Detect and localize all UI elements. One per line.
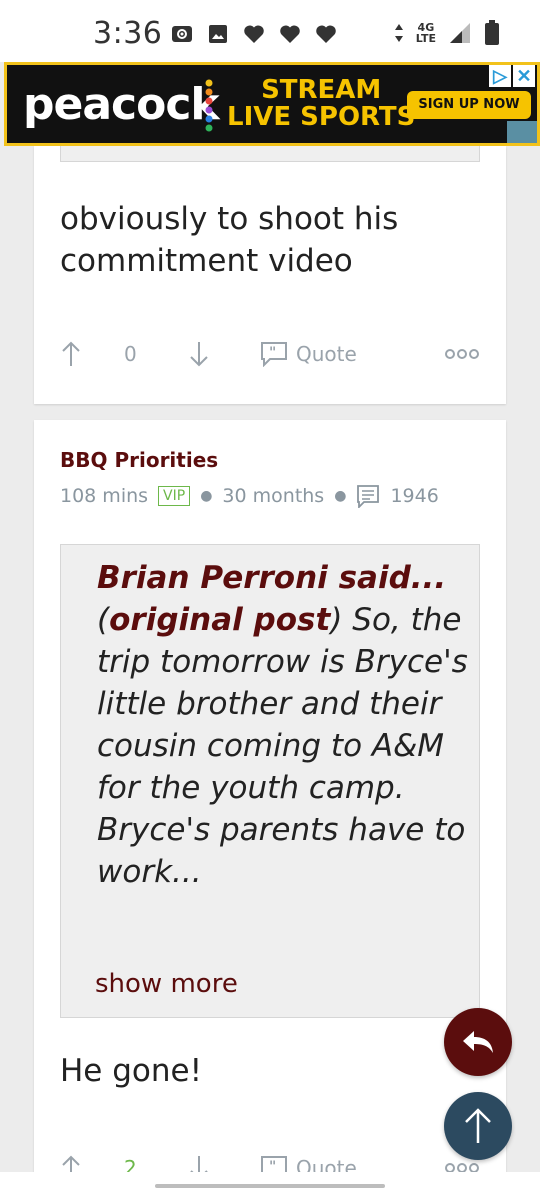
- ad-corner-badge: [507, 121, 537, 143]
- ad-headline-line1: STREAM: [261, 75, 382, 105]
- original-post-link[interactable]: original post: [109, 602, 330, 638]
- arrow-down-icon: [190, 342, 208, 367]
- post-time: 108 mins: [60, 485, 149, 507]
- vip-badge: VIP: [158, 486, 191, 506]
- status-bar: 3:36 4G LTE: [0, 0, 540, 62]
- ad-headline-line2: LIVE SPORTS: [227, 102, 416, 132]
- data-arrows-icon: [394, 24, 403, 42]
- quoted-post: Brian Perroni said... (original post) So…: [60, 544, 480, 1018]
- image-icon: [209, 25, 227, 43]
- arrow-up-icon: [465, 1108, 491, 1143]
- post-meta: 108 mins VIP ● 30 months ● 1946: [60, 484, 439, 508]
- member-duration: 30 months: [222, 485, 325, 507]
- more-options-button[interactable]: [444, 334, 480, 374]
- ad-cta-button[interactable]: SIGN UP NOW: [407, 91, 531, 119]
- scroll-to-top-button[interactable]: [444, 1092, 512, 1160]
- post-count: 1946: [390, 485, 439, 507]
- heart-icon: [316, 25, 336, 43]
- post-actions: 0 " Quote: [60, 334, 480, 374]
- quote-button[interactable]: " Quote: [260, 334, 357, 374]
- meta-separator: ●: [334, 488, 347, 504]
- ad-brand-logo: peacock: [23, 79, 220, 130]
- battery-icon: [485, 20, 499, 45]
- arrow-up-icon: [62, 341, 80, 366]
- gesture-nav-bar: [0, 1172, 540, 1200]
- post-card: obviously to shoot his commitment video …: [34, 146, 506, 404]
- post-card: BBQ Priorities 108 mins VIP ● 30 months …: [34, 420, 506, 1200]
- upvote-button[interactable]: [60, 334, 82, 374]
- reply-icon: [463, 1031, 493, 1053]
- quote-label: Quote: [296, 342, 357, 366]
- radio-icon: [172, 26, 192, 42]
- quote-icon: ": [261, 342, 287, 367]
- peacock-dots-icon: [205, 79, 213, 132]
- notification-icons: [170, 22, 338, 46]
- network-type: 4G LTE: [415, 21, 436, 45]
- system-icons: 4G LTE: [394, 20, 500, 46]
- vote-count: 0: [124, 342, 137, 366]
- heart-icon: [280, 25, 300, 43]
- posts-icon: [357, 485, 380, 508]
- quote-author[interactable]: Brian Perroni said...: [97, 560, 446, 596]
- ad-controls: ▷ ✕: [489, 65, 535, 87]
- more-icon: [445, 349, 479, 359]
- ad-close-icon[interactable]: ✕: [513, 65, 535, 87]
- svg-text:": ": [269, 345, 276, 361]
- signal-icon: [450, 23, 470, 43]
- status-time: 3:36: [93, 16, 163, 51]
- ad-banner[interactable]: peacock STREAM LIVE SPORTS SIGN UP NOW ▷…: [4, 62, 540, 146]
- post-body: He gone!: [60, 1053, 203, 1089]
- quote-block-end: [60, 146, 480, 162]
- quote-body: So, the trip tomorrow is Bryce's little …: [97, 602, 468, 890]
- downvote-button[interactable]: [188, 334, 210, 374]
- post-body: obviously to shoot his commitment video: [60, 201, 399, 279]
- quote-paren-open: (: [97, 602, 110, 638]
- post-username[interactable]: BBQ Priorities: [60, 448, 218, 472]
- home-indicator[interactable]: [155, 1184, 385, 1188]
- ad-headline: STREAM LIVE SPORTS: [227, 77, 415, 131]
- quote-paren-close: ): [330, 602, 343, 638]
- adchoices-icon[interactable]: ▷: [489, 65, 511, 87]
- heart-icon: [244, 25, 264, 43]
- quote-text: Brian Perroni said... (original post) So…: [97, 557, 471, 893]
- show-more-link[interactable]: show more: [95, 969, 238, 999]
- meta-separator: ●: [200, 488, 213, 504]
- reply-button[interactable]: [444, 1008, 512, 1076]
